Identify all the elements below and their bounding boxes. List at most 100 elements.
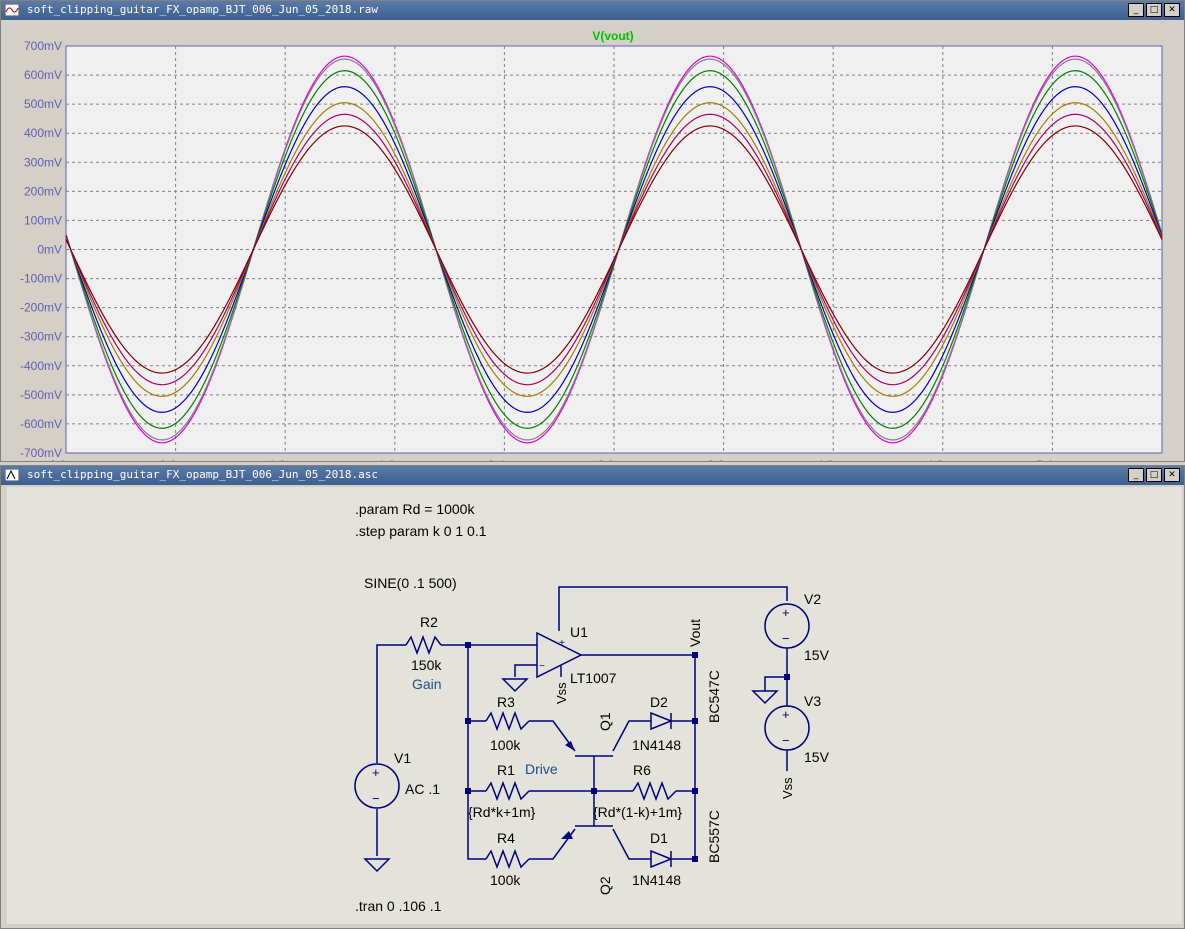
schematic-window-titlebar[interactable]: soft_clipping_guitar_FX_opamp_BJT_006_Ju… — [1, 466, 1184, 485]
close-button[interactable]: ✕ — [1164, 468, 1180, 482]
schematic-window-title: soft_clipping_guitar_FX_opamp_BJT_006_Ju… — [27, 468, 378, 481]
d1-diode[interactable] — [650, 849, 674, 869]
q1-label[interactable]: Q1 — [597, 712, 613, 731]
r4-resistor[interactable] — [485, 848, 530, 870]
v2-plus-sign: + — [782, 605, 790, 620]
u1-label[interactable]: U1 — [570, 624, 588, 640]
r3-resistor[interactable] — [485, 710, 530, 732]
y-tick-label: 600mV — [24, 68, 62, 82]
minimize-button[interactable]: _ — [1128, 468, 1144, 482]
r6-resistor[interactable] — [632, 780, 677, 802]
y-tick-label: 100mV — [24, 213, 62, 227]
d1-model[interactable]: 1N4148 — [632, 872, 681, 888]
q2-model[interactable]: BC557C — [706, 810, 722, 863]
y-tick-label: 700mV — [24, 39, 62, 53]
q1-model[interactable]: BC547C — [706, 670, 722, 723]
v2-value[interactable]: 15V — [804, 647, 830, 663]
v3-minus-sign: − — [782, 733, 790, 748]
param-directive[interactable]: .param Rd = 1000k — [355, 501, 475, 517]
d2-diode[interactable] — [650, 711, 674, 731]
u1-model[interactable]: LT1007 — [570, 670, 617, 686]
v1-minus-sign: − — [372, 791, 380, 806]
wire — [514, 664, 537, 677]
y-tick-label: -400mV — [20, 359, 62, 373]
waveform-window-title: soft_clipping_guitar_FX_opamp_BJT_006_Ju… — [27, 3, 378, 16]
q2-label[interactable]: Q2 — [597, 876, 613, 895]
v1-plus-sign: + — [372, 765, 380, 780]
x-tick-label: 5.4ms — [1036, 458, 1069, 461]
waveform-plot[interactable]: 700mV 600mV 500mV 400mV 300mV 200mV 100mV 0mV -1… — [1, 21, 1184, 461]
gain-label[interactable]: Gain — [412, 676, 442, 692]
x-tick-label: 1.2ms — [269, 458, 302, 461]
chart-title[interactable]: V(vout) — [592, 29, 633, 43]
drive-label[interactable]: Drive — [525, 761, 558, 777]
x-tick-label: 0.6ms — [159, 458, 192, 461]
x-tick-label: 4.2ms — [817, 458, 850, 461]
wire — [764, 676, 787, 691]
y-tick-label: 0mV — [37, 243, 62, 257]
y-tick-label: 400mV — [24, 126, 62, 140]
r3-label[interactable]: R3 — [497, 694, 515, 710]
y-tick-label: -300mV — [20, 330, 62, 344]
junction-dot — [465, 718, 471, 724]
x-tick-label: 2.4ms — [488, 458, 521, 461]
junction-dot — [692, 856, 698, 862]
step-directive[interactable]: .step param k 0 1 0.1 — [355, 523, 487, 539]
r6-value[interactable]: {Rd*(1-k)+1m} — [593, 804, 682, 820]
v2-minus-sign: − — [782, 631, 790, 646]
wire — [558, 586, 788, 631]
r4-value[interactable]: 100k — [490, 872, 521, 888]
ground-icon — [751, 690, 779, 705]
x-tick-label: 0.0ms — [50, 458, 83, 461]
junction-dot — [465, 788, 471, 794]
y-tick-label: 300mV — [24, 155, 62, 169]
r1-label[interactable]: R1 — [497, 762, 515, 778]
r1-resistor[interactable] — [485, 780, 530, 802]
maximize-button[interactable]: □ — [1146, 3, 1162, 17]
waveform-window-titlebar[interactable]: soft_clipping_guitar_FX_opamp_BJT_006_Ju… — [1, 1, 1184, 20]
v3-label[interactable]: V3 — [804, 693, 821, 709]
d1-label[interactable]: D1 — [650, 830, 668, 846]
wire — [376, 644, 406, 763]
r2-label[interactable]: R2 — [420, 614, 438, 630]
d2-label[interactable]: D2 — [650, 694, 668, 710]
vout-label[interactable]: Vout — [687, 619, 703, 647]
vss-label[interactable]: Vss — [554, 682, 569, 704]
r6-label[interactable]: R6 — [633, 762, 651, 778]
junction-dot — [692, 718, 698, 724]
minimize-button[interactable]: _ — [1128, 3, 1144, 17]
wire — [612, 828, 651, 860]
x-tick-label: 4.8ms — [926, 458, 959, 461]
junction-dot — [591, 788, 597, 794]
r3-value[interactable]: 100k — [490, 737, 521, 753]
x-tick-label: 3.6ms — [707, 458, 740, 461]
wire — [467, 645, 486, 860]
r2-resistor[interactable] — [405, 634, 442, 656]
v1-value[interactable]: AC .1 — [405, 781, 440, 797]
v2-label[interactable]: V2 — [804, 591, 821, 607]
y-tick-label: -100mV — [20, 272, 62, 286]
junction-dot — [692, 652, 698, 658]
junction-dot — [784, 674, 790, 680]
vss2-label[interactable]: Vss — [780, 777, 795, 799]
r4-label[interactable]: R4 — [497, 830, 515, 846]
r2-value[interactable]: 150k — [411, 657, 442, 673]
r1-value[interactable]: {Rd*k+1m} — [468, 804, 536, 820]
waveform-window: soft_clipping_guitar_FX_opamp_BJT_006_Ju… — [0, 0, 1185, 462]
v3-plus-sign: + — [782, 707, 790, 722]
tran-directive[interactable]: .tran 0 .106 .1 — [355, 898, 442, 914]
schematic-window: soft_clipping_guitar_FX_opamp_BJT_006_Ju… — [0, 465, 1185, 929]
v3-value[interactable]: 15V — [804, 749, 830, 765]
x-tick-label: 1.8ms — [378, 458, 411, 461]
ground-icon — [363, 858, 391, 873]
opamp-minus-sign: − — [539, 661, 545, 672]
sine-label[interactable]: SINE(0 .1 500) — [364, 575, 457, 591]
maximize-button[interactable]: □ — [1146, 468, 1162, 482]
y-tick-label: -500mV — [20, 388, 62, 402]
v1-label[interactable]: V1 — [394, 750, 411, 766]
close-button[interactable]: ✕ — [1164, 3, 1180, 17]
schematic-canvas[interactable]: + − + − + − + − .param Rd = 1000k .step … — [7, 487, 1182, 924]
junction-dot — [465, 642, 471, 648]
d2-model[interactable]: 1N4148 — [632, 737, 681, 753]
opamp-plus-sign: + — [559, 638, 565, 649]
